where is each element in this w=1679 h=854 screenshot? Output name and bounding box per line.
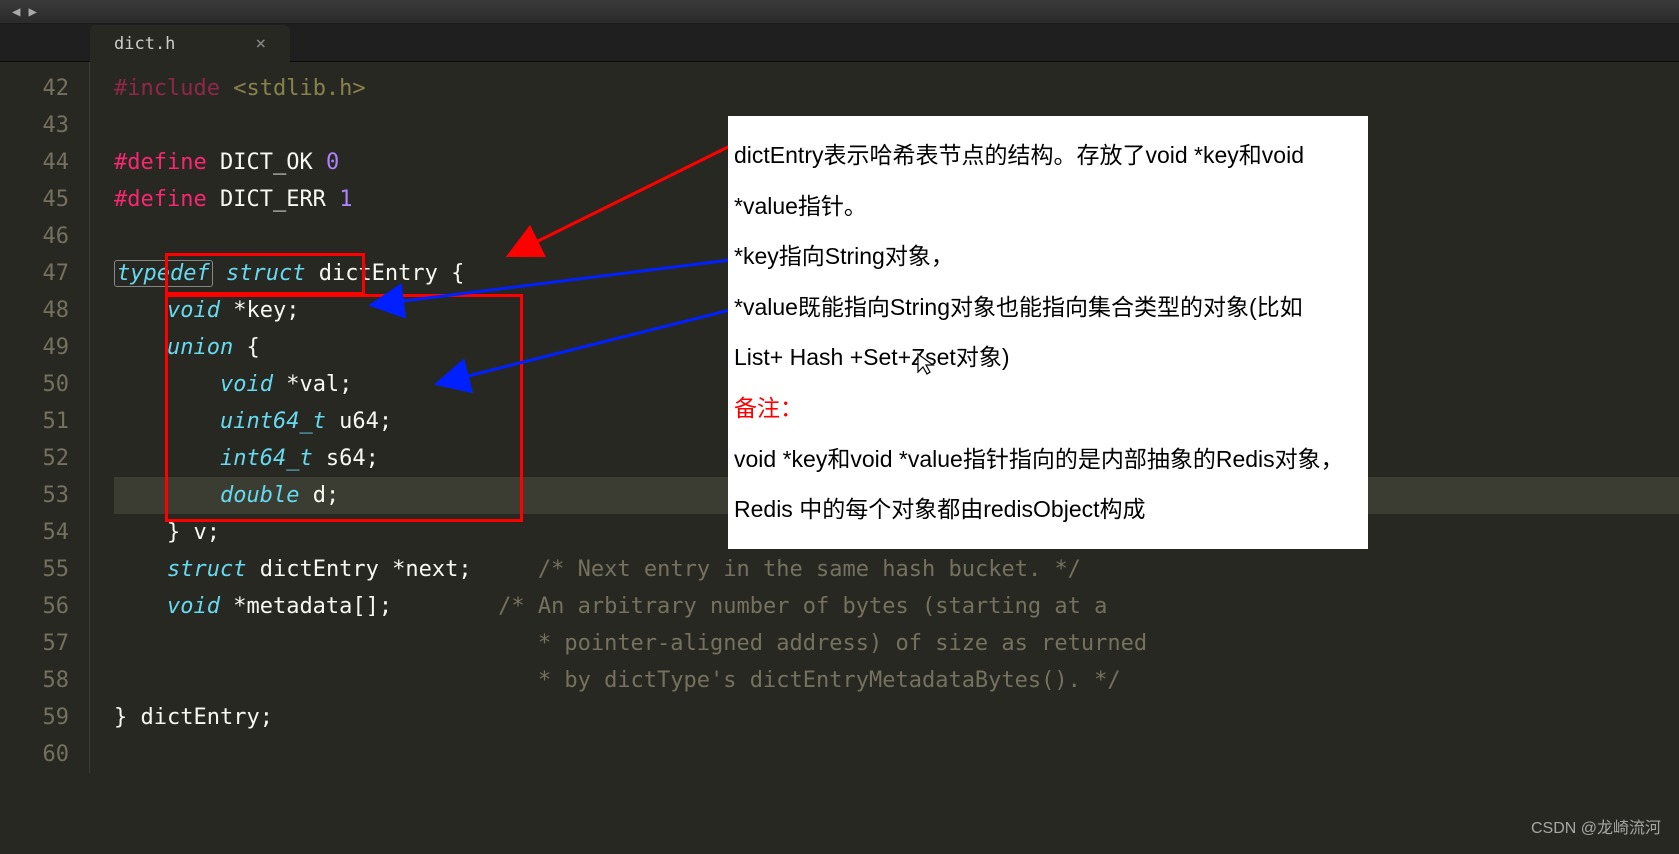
nav-arrows: ◀ ▶ [0,4,49,20]
close-icon[interactable]: × [255,33,266,54]
code-line: #include <stdlib.h> [114,70,1679,107]
annotation-text: void *key和void *value指针指向的是内部抽象的Redis对象，… [734,434,1358,535]
watermark: CSDN @龙崎流河 [1531,814,1661,838]
code-line: void *metadata[]; /* An arbitrary number… [114,588,1679,625]
line-number: 51 [0,403,69,440]
line-number: 59 [0,699,69,736]
line-number: 47 [0,255,69,292]
annotation-text: *key指向String对象， [734,231,1358,282]
line-number: 57 [0,625,69,662]
line-number: 44 [0,144,69,181]
annotation-text: dictEntry表示哈希表节点的结构。存放了void *key和void *v… [734,130,1358,231]
annotation-text: *value既能指向String对象也能指向集合类型的对象(比如 List+ H… [734,282,1358,383]
line-number: 42 [0,70,69,107]
code-line [114,736,1679,773]
line-number: 52 [0,440,69,477]
annotation-note-label: 备注： [734,383,1358,434]
line-number: 56 [0,588,69,625]
line-number: 55 [0,551,69,588]
line-number: 50 [0,366,69,403]
annotation-panel: dictEntry表示哈希表节点的结构。存放了void *key和void *v… [728,116,1368,549]
tab-bar: dict.h × [0,24,1679,62]
forward-icon[interactable]: ▶ [28,4,36,20]
line-number: 45 [0,181,69,218]
line-number: 54 [0,514,69,551]
code-line: * by dictType's dictEntryMetadataBytes()… [114,662,1679,699]
line-number: 48 [0,292,69,329]
top-bar: ◀ ▶ [0,0,1679,24]
tab-dict-h[interactable]: dict.h × [90,25,290,62]
line-number: 49 [0,329,69,366]
code-line: } dictEntry; [114,699,1679,736]
code-line: * pointer-aligned address) of size as re… [114,625,1679,662]
line-number: 43 [0,107,69,144]
back-icon[interactable]: ◀ [12,4,20,20]
line-number-gutter: 42 43 44 45 46 47 48 49 50 51 52 53 54 5… [0,62,90,773]
line-number: 46 [0,218,69,255]
line-number: 53 [0,477,69,514]
line-number: 60 [0,736,69,773]
tab-filename: dict.h [114,34,175,54]
line-number: 58 [0,662,69,699]
cursor-icon [916,352,936,382]
code-line: struct dictEntry *next; /* Next entry in… [114,551,1679,588]
